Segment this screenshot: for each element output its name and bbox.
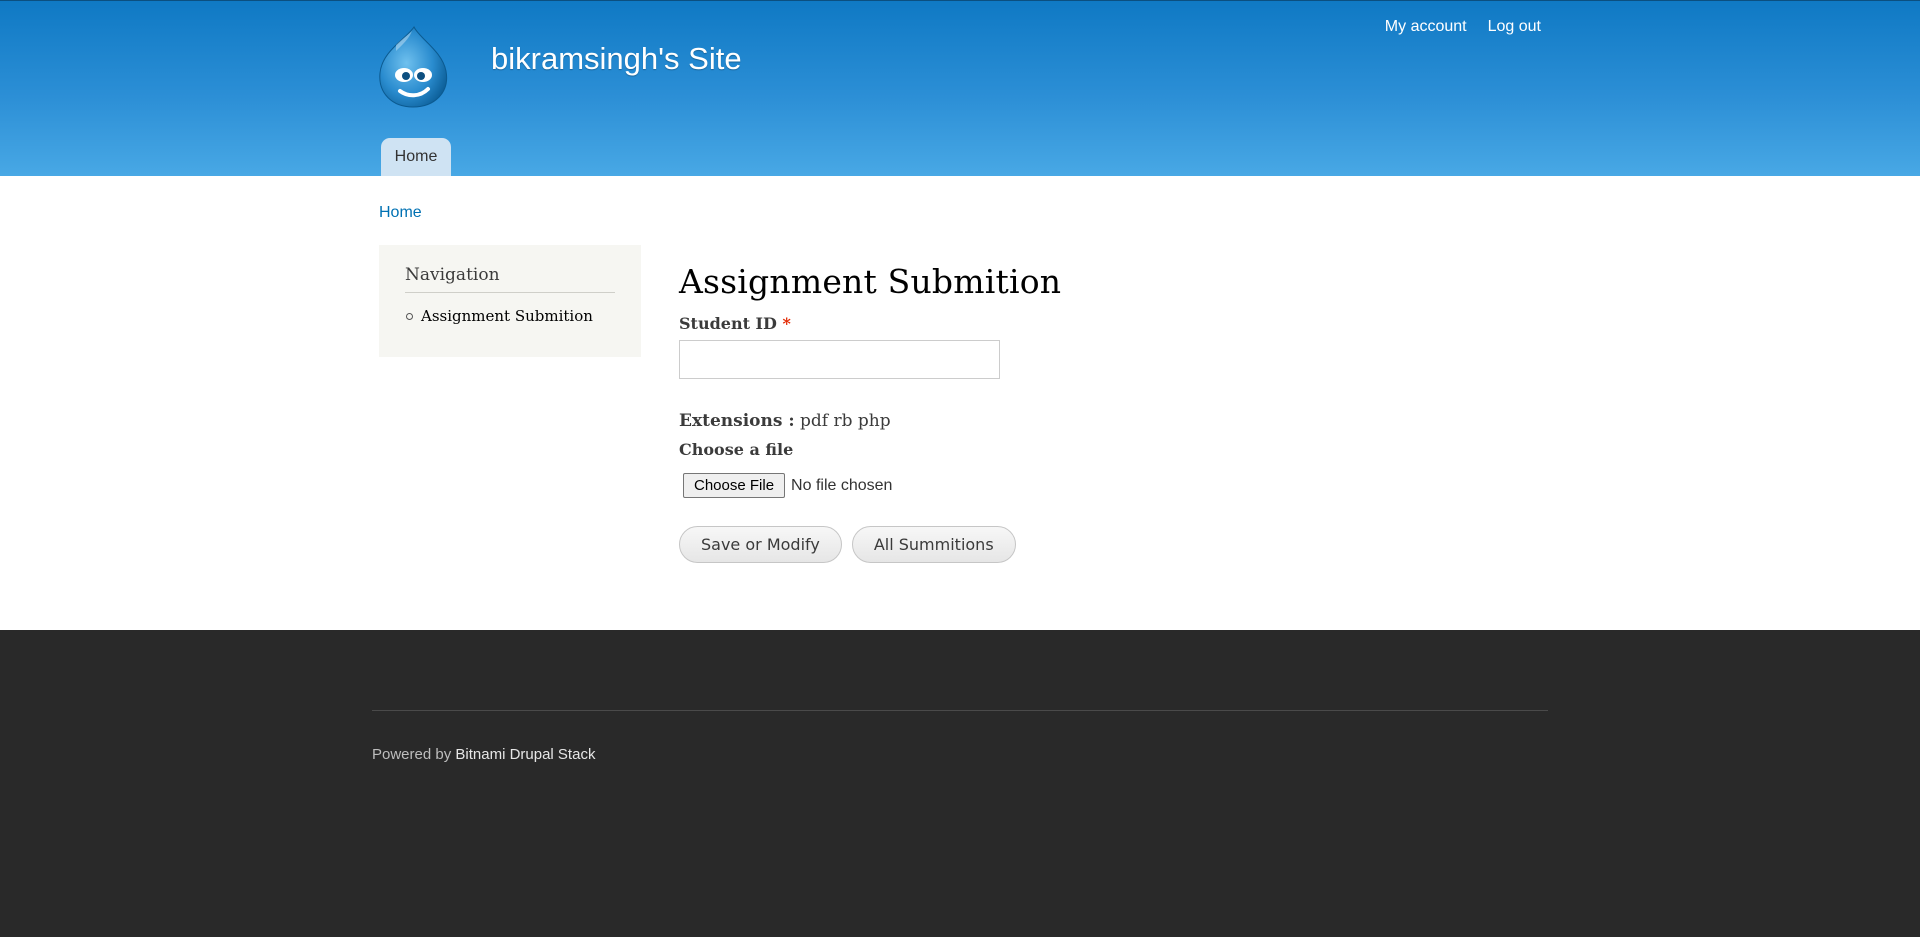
sidebar-item-link[interactable]: Assignment Submition bbox=[421, 307, 593, 325]
log-out-link[interactable]: Log out bbox=[1488, 18, 1541, 36]
powered-by-text: Powered by bbox=[372, 746, 452, 763]
extensions-info: Extensions : pdf rb php bbox=[679, 411, 891, 431]
student-id-input[interactable] bbox=[679, 340, 1000, 379]
site-header: bikramsingh's Site My account Log out Ho… bbox=[0, 0, 1920, 177]
file-upload: Choose File No file chosen bbox=[683, 473, 892, 498]
breadcrumb-home[interactable]: Home bbox=[379, 204, 422, 222]
extensions-value: pdf rb php bbox=[800, 411, 891, 431]
secondary-menu: My account Log out bbox=[1385, 18, 1541, 36]
circle-bullet-icon bbox=[406, 312, 413, 320]
sidebar-title: Navigation bbox=[405, 265, 615, 293]
file-status: No file chosen bbox=[791, 476, 893, 494]
sidebar-item-assignment-submition: Assignment Submition bbox=[405, 307, 615, 325]
drupal-logo-icon[interactable] bbox=[376, 25, 450, 109]
navigation-sidebar: Navigation Assignment Submition bbox=[379, 245, 641, 357]
footer-credit: Powered by Bitnami Drupal Stack bbox=[372, 746, 595, 763]
extensions-label: Extensions : bbox=[679, 411, 795, 431]
required-marker: * bbox=[782, 314, 791, 333]
form-actions: Save or Modify All Summitions bbox=[679, 526, 1016, 563]
sidebar-menu: Assignment Submition bbox=[405, 307, 615, 325]
drupal-drop-icon bbox=[379, 26, 448, 108]
my-account-link[interactable]: My account bbox=[1385, 18, 1467, 36]
all-summitions-button[interactable]: All Summitions bbox=[851, 526, 1016, 563]
student-id-label-text: Student ID bbox=[679, 314, 777, 333]
save-or-modify-button[interactable]: Save or Modify bbox=[679, 526, 842, 563]
main-area: Home Navigation Assignment Submition Ass… bbox=[0, 176, 1920, 630]
student-id-label: Student ID * bbox=[679, 314, 791, 333]
page-title: Assignment Submition bbox=[679, 262, 1062, 301]
choose-file-button[interactable]: Choose File bbox=[683, 473, 786, 498]
site-footer: Powered by Bitnami Drupal Stack bbox=[0, 630, 1920, 937]
main-content: Assignment Submition Student ID * Extens… bbox=[679, 262, 1379, 563]
bitnami-link[interactable]: Bitnami Drupal Stack bbox=[455, 746, 595, 763]
footer-divider bbox=[372, 710, 1548, 711]
main-menu-tab-home[interactable]: Home bbox=[381, 138, 451, 177]
choose-file-label: Choose a file bbox=[679, 440, 794, 459]
site-name[interactable]: bikramsingh's Site bbox=[491, 41, 742, 77]
